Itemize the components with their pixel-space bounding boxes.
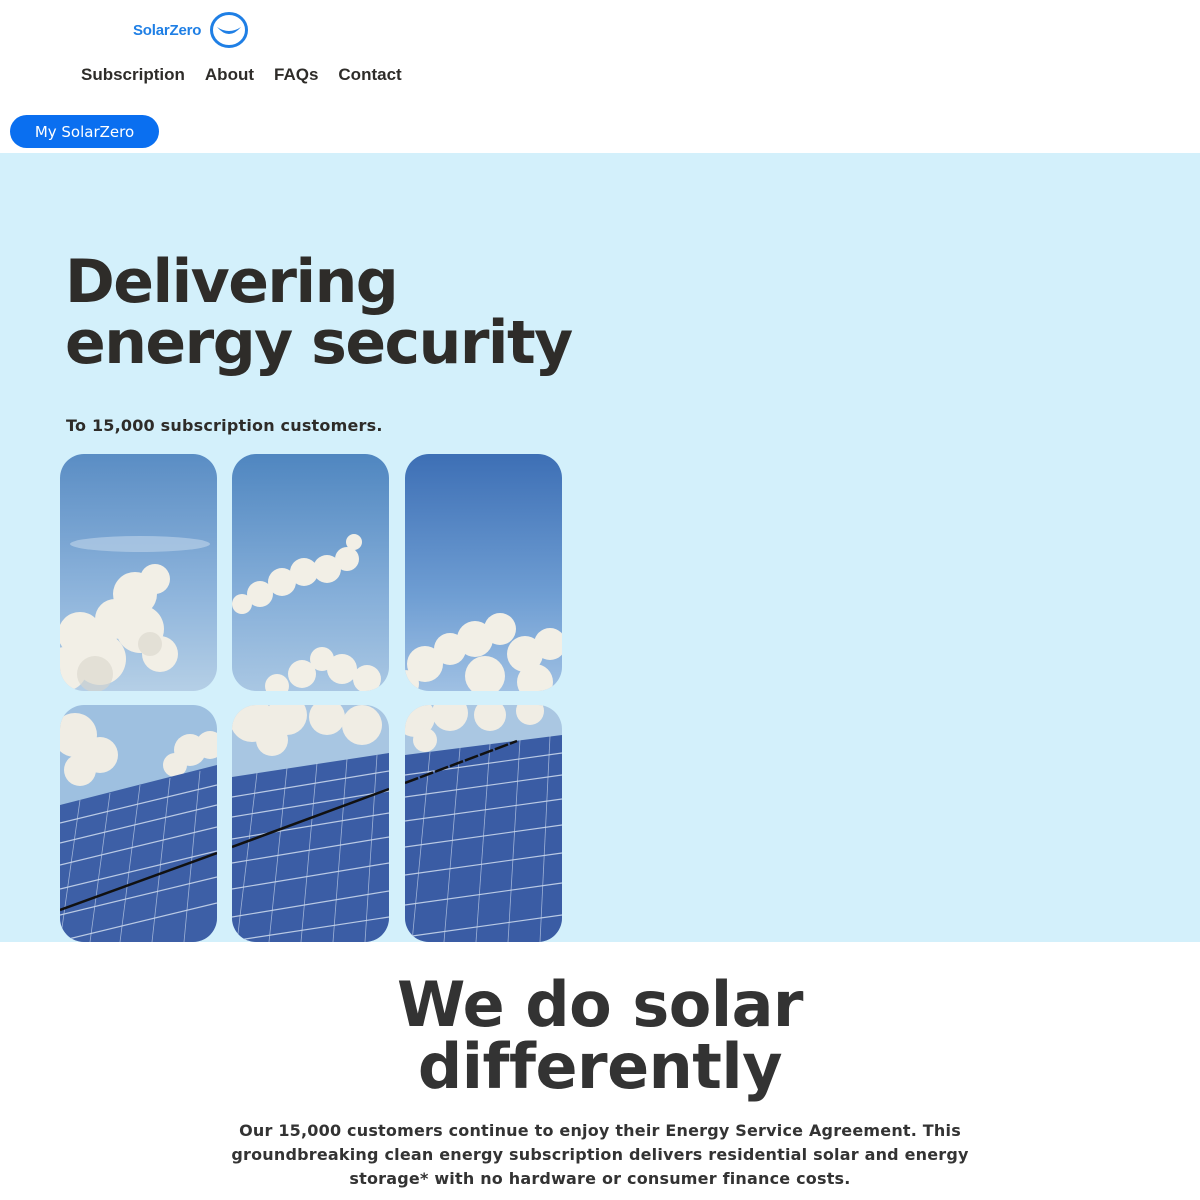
hero-section: Delivering energy security To 15,000 sub… bbox=[0, 153, 1200, 942]
hero-title-line-2: energy security bbox=[65, 308, 573, 378]
logo-wordmark: SolarZero bbox=[133, 21, 202, 39]
sky-cloud-tile-1 bbox=[60, 454, 217, 691]
section-body: Our 15,000 customers continue to enjoy t… bbox=[231, 1121, 969, 1188]
site-header: SolarZero Subscription About FAQs Contac… bbox=[0, 0, 1200, 153]
sky-cloud-tile-3 bbox=[405, 454, 562, 691]
nav-about[interactable]: About bbox=[205, 65, 254, 85]
solar-panel-tile-2 bbox=[232, 705, 389, 942]
nav-faqs[interactable]: FAQs bbox=[274, 65, 318, 85]
sky-cloud-tile-2 bbox=[232, 454, 389, 691]
hero-image-grid bbox=[60, 454, 562, 942]
solar-panel-tile-3 bbox=[405, 705, 562, 942]
hero-title-line-1: Delivering bbox=[65, 247, 399, 317]
intro-section: We do solar differently Our 15,000 custo… bbox=[0, 942, 1200, 1200]
nav-contact[interactable]: Contact bbox=[338, 65, 401, 85]
nav-subscription[interactable]: Subscription bbox=[81, 65, 185, 85]
main-nav: Subscription About FAQs Contact bbox=[81, 65, 422, 85]
logo-link[interactable]: SolarZero bbox=[133, 11, 249, 49]
section-title-line-1: We do solar bbox=[396, 968, 804, 1041]
section-title: We do solar differently bbox=[0, 974, 1200, 1098]
smile-circle-icon bbox=[210, 12, 249, 48]
my-solarzero-button[interactable]: My SolarZero bbox=[10, 115, 159, 148]
hero-title: Delivering energy security bbox=[65, 247, 573, 378]
hero-subtitle: To 15,000 subscription customers. bbox=[66, 416, 383, 435]
solar-panel-tile-1 bbox=[60, 705, 217, 942]
section-title-line-2: differently bbox=[417, 1030, 783, 1103]
